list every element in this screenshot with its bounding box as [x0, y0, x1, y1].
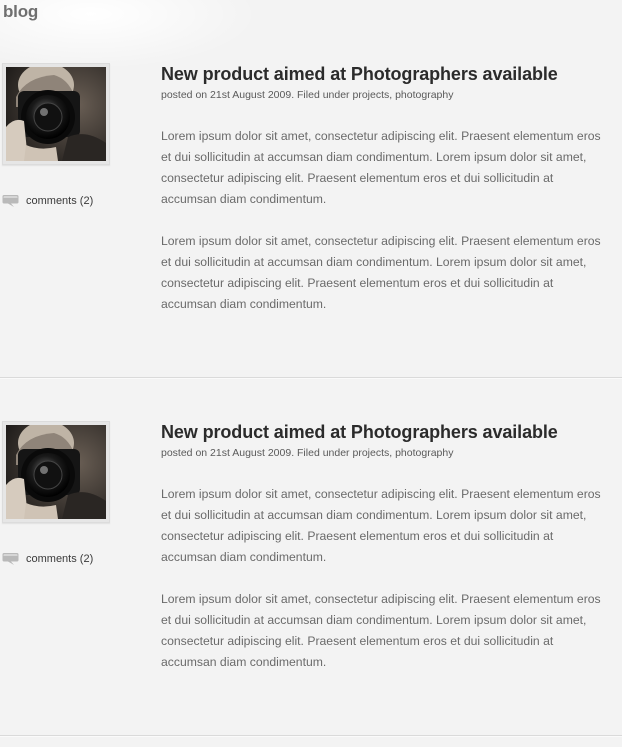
- blog-post: comments (2) New product aimed at Photog…: [0, 379, 622, 737]
- category-link-photography[interactable]: photography: [395, 447, 453, 459]
- section-title: blog: [3, 2, 39, 21]
- comments-label: comments (2): [26, 553, 94, 565]
- speech-bubble-icon: [2, 553, 19, 565]
- post-title[interactable]: New product aimed at Photographers avail…: [161, 422, 558, 443]
- photographer-camera-photo: [6, 425, 106, 519]
- post-paragraph: Lorem ipsum dolor sit amet, consectetur …: [161, 234, 601, 311]
- category-link-projects[interactable]: projects: [352, 89, 389, 101]
- post-divider: [0, 735, 622, 737]
- post-title[interactable]: New product aimed at Photographers avail…: [161, 64, 558, 85]
- blog-post: comments (2) New product aimed at Photog…: [0, 21, 622, 379]
- post-paragraph: Lorem ipsum dolor sit amet, consectetur …: [161, 592, 601, 669]
- post-thumbnail[interactable]: [2, 63, 110, 165]
- comments-label: comments (2): [26, 195, 94, 207]
- post-meta: posted on 21st August 2009. Filed under …: [161, 447, 453, 459]
- post-meta: posted on 21st August 2009. Filed under …: [161, 89, 453, 101]
- post-paragraph: Lorem ipsum dolor sit amet, consectetur …: [161, 487, 601, 564]
- post-paragraph: Lorem ipsum dolor sit amet, consectetur …: [161, 129, 601, 206]
- category-link-photography[interactable]: photography: [395, 89, 453, 101]
- comments-link[interactable]: comments (2): [2, 193, 93, 209]
- post-meta-text: posted on 21st August 2009. Filed under: [161, 447, 353, 459]
- speech-bubble-icon: [2, 195, 19, 207]
- post-meta-text: posted on 21st August 2009. Filed under: [161, 89, 353, 101]
- post-thumbnail[interactable]: [2, 421, 110, 523]
- comments-link[interactable]: comments (2): [2, 551, 93, 567]
- photographer-camera-photo: [6, 67, 106, 161]
- category-link-projects[interactable]: projects: [352, 447, 389, 459]
